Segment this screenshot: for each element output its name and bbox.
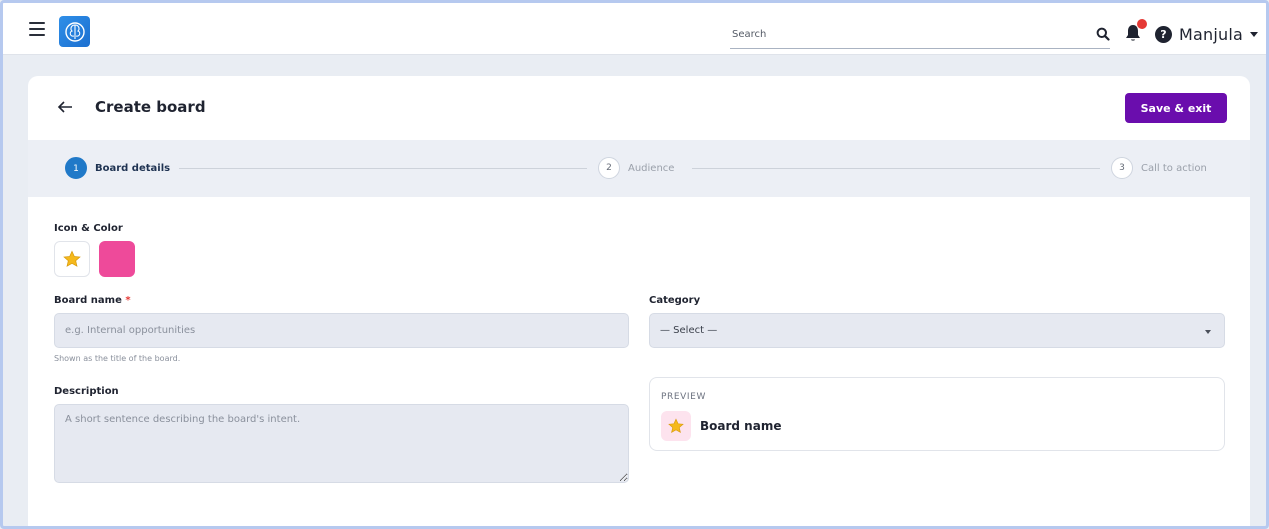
step-label: Board details <box>95 162 171 174</box>
search-box <box>730 21 1110 49</box>
top-bar: ? Manjula <box>3 3 1266 55</box>
category-label: Category <box>649 295 701 306</box>
color-swatch[interactable] <box>99 241 135 277</box>
board-name-label: Board name * <box>54 295 131 306</box>
card-header: Create board Save & exit <box>28 76 1250 140</box>
step-call-to-action[interactable]: 3 Call to action <box>1111 157 1207 179</box>
required-mark: * <box>125 295 131 306</box>
chevron-down-icon <box>1205 330 1211 334</box>
page-title: Create board <box>95 98 206 116</box>
help-icon[interactable]: ? <box>1155 26 1172 43</box>
save-exit-button[interactable]: Save & exit <box>1125 93 1227 123</box>
board-name-helper: Shown as the title of the board. <box>54 354 181 363</box>
board-name-label-text: Board name <box>54 295 122 306</box>
step-connector <box>179 168 587 169</box>
category-select[interactable]: — Select — <box>649 313 1225 348</box>
search-icon[interactable] <box>1096 27 1110 41</box>
app-logo[interactable] <box>59 16 90 47</box>
icon-color-label: Icon & Color <box>54 223 123 234</box>
step-label: Call to action <box>1141 162 1207 174</box>
description-label: Description <box>54 386 119 397</box>
user-name: Manjula <box>1179 24 1243 44</box>
create-board-card: Create board Save & exit 1 Board details… <box>28 76 1250 526</box>
step-number: 3 <box>1111 157 1133 179</box>
notification-badge <box>1137 19 1147 29</box>
back-arrow-icon[interactable] <box>56 98 74 116</box>
description-textarea[interactable] <box>54 404 629 483</box>
step-number: 1 <box>65 157 87 179</box>
icon-picker[interactable] <box>54 241 90 277</box>
search-input[interactable] <box>730 21 1110 47</box>
step-connector <box>692 168 1100 169</box>
brain-icon <box>64 21 85 42</box>
preview-board-name: Board name <box>700 419 782 433</box>
star-icon <box>63 250 81 267</box>
category-selected-value: — Select — <box>660 325 718 336</box>
user-menu[interactable]: Manjula <box>1179 22 1258 46</box>
step-number: 2 <box>598 157 620 179</box>
progress-stepper: 1 Board details 2 Audience 3 Call to act… <box>28 140 1250 197</box>
chevron-down-icon <box>1250 31 1258 37</box>
preview-card: PREVIEW Board name <box>649 377 1225 451</box>
app-window: ? Manjula Create board Save & exit 1 Boa… <box>0 0 1269 529</box>
hamburger-menu-icon[interactable] <box>29 22 45 36</box>
preview-label: PREVIEW <box>661 392 706 402</box>
step-label: Audience <box>628 162 675 174</box>
step-board-details[interactable]: 1 Board details <box>65 157 170 179</box>
board-name-input[interactable] <box>54 313 629 348</box>
preview-icon-tile <box>661 411 691 441</box>
step-audience[interactable]: 2 Audience <box>598 157 674 179</box>
star-icon <box>668 418 684 434</box>
